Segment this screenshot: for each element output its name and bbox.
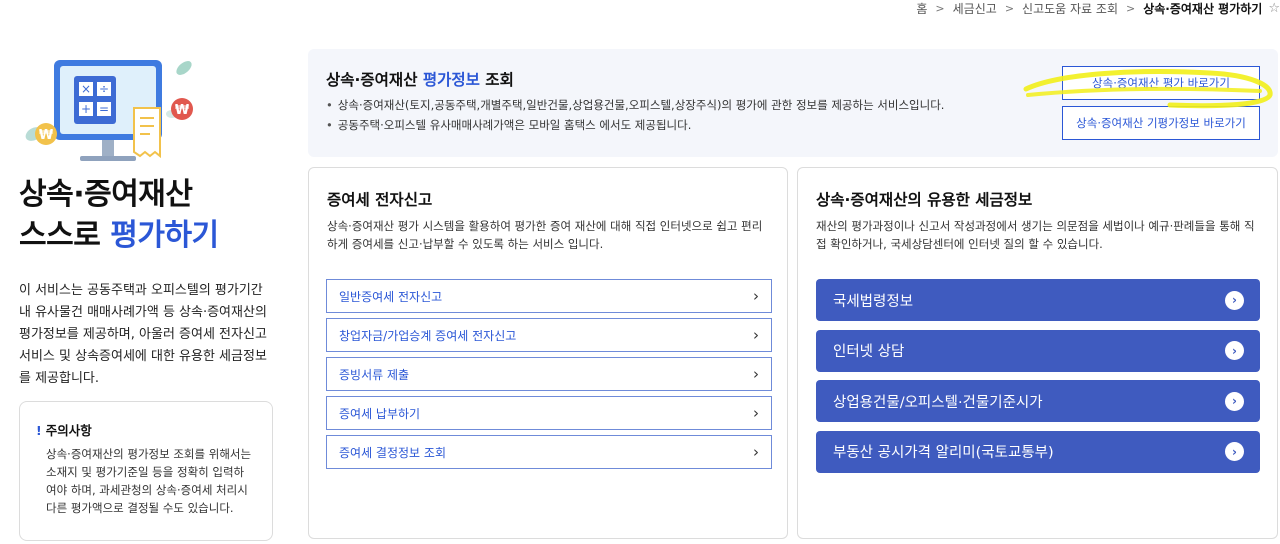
menu-label: 국세법령정보 — [833, 293, 914, 310]
title-line2-accent: 평가하기 — [110, 218, 219, 253]
taxinfo-menu: 국세법령정보 › 인터넷 상담 › 상업용건물/오피스텔·건물기준시가 › 부동… — [816, 279, 1260, 481]
chevron-right-icon: › — [753, 365, 759, 383]
chevron-right-icon: > — [1004, 1, 1015, 15]
info-title: 상속·증여재산 평가정보 조회 — [326, 68, 514, 90]
notice-text: 상속·증여재산의 평가정보 조회를 위해서는 소재지 및 평가기준일 등을 정확… — [46, 447, 252, 515]
efiling-menu: 일반증여세 전자신고 › 창업자금/가업승계 증여세 전자신고 › 증빙서류 제… — [326, 279, 772, 474]
svg-text:+: + — [81, 102, 91, 116]
chevron-right-icon: › — [753, 326, 759, 344]
chevron-right-icon: › — [753, 287, 759, 305]
evaluation-info-box: 상속·증여재산 평가정보 조회 상속·증여재산(토지,공동주택,개별주택,일반건… — [308, 49, 1278, 157]
breadcrumb-home[interactable]: 홈 — [916, 0, 927, 17]
useful-tax-info-card: 상속·증여재산의 유용한 세금정보 재산의 평가과정이나 신고서 작성과정에서 … — [797, 167, 1278, 539]
taxinfo-title: 상속·증여재산의 유용한 세금정보 — [816, 191, 1033, 209]
title-line1: 상속·증여재산 — [19, 177, 193, 212]
breadcrumb-tax-filing[interactable]: 세금신고 — [953, 0, 997, 17]
info-bullet: 상속·증여재산(토지,공동주택,개별주택,일반건물,상업용건물,오피스텔,상장주… — [326, 95, 945, 115]
info-bullet: 공동주택·오피스텔 유사매매사례가액은 모바일 홈택스 에서도 제공됩니다. — [326, 115, 944, 135]
submit-documents-button[interactable]: 증빙서류 제출 › — [326, 357, 772, 391]
menu-label: 증빙서류 제출 — [339, 367, 410, 382]
menu-label: 부동산 공시가격 알리미(국토교통부) — [833, 445, 1054, 461]
internet-consultation-button[interactable]: 인터넷 상담 › — [816, 329, 1260, 372]
gift-tax-efiling-card: 증여세 전자신고 상속·증여재산 평가 시스템을 활용하여 평가한 증여 재산에… — [308, 167, 788, 539]
tax-law-info-button[interactable]: 국세법령정보 › — [816, 279, 1260, 321]
menu-label: 인터넷 상담 — [833, 344, 905, 360]
info-title-accent: 평가정보 — [422, 71, 480, 89]
svg-text:₩: ₩ — [39, 128, 54, 143]
circle-arrow-icon: › — [1225, 290, 1244, 310]
previous-evaluation-shortcut-button[interactable]: 상속·증여재산 기평가정보 바로가기 — [1062, 106, 1260, 140]
taxinfo-description: 재산의 평가과정이나 신고서 작성과정에서 생기는 의문점을 세법이나 예규·판… — [816, 219, 1255, 251]
circle-arrow-icon: › — [1225, 391, 1244, 411]
star-icon[interactable]: ☆ — [1268, 1, 1280, 16]
evaluation-shortcut-button[interactable]: 상속·증여재산 평가 바로가기 — [1062, 66, 1260, 100]
efiling-title: 증여세 전자신고 — [327, 191, 433, 209]
breadcrumb-current: 상속·증여재산 평가하기 — [1143, 1, 1263, 16]
general-gift-tax-efiling-button[interactable]: 일반증여세 전자신고 › — [326, 279, 772, 313]
chevron-right-icon: > — [935, 1, 945, 15]
svg-text:×: × — [81, 82, 91, 96]
menu-label: 일반증여세 전자신고 — [339, 289, 443, 304]
chevron-right-icon: › — [753, 443, 759, 461]
info-title-suffix: 조회 — [479, 71, 514, 89]
breadcrumb: 홈 > 세금신고 > 신고도움 자료 조회 > 상속·증여재산 평가하기 ☆ — [916, 0, 1280, 16]
svg-text:=: = — [99, 102, 109, 116]
efiling-description: 상속·증여재산 평가 시스템을 활용하여 평가한 증여 재산에 대해 직접 인터… — [327, 219, 763, 251]
notice-box: ! 주의사항 상속·증여재산의 평가정보 조회를 위해서는 소재지 및 평가기준일… — [19, 401, 273, 541]
circle-arrow-icon: › — [1225, 341, 1244, 360]
menu-label: 증여세 납부하기 — [339, 406, 421, 421]
gift-tax-decision-lookup-button[interactable]: 증여세 결정정보 조회 › — [326, 435, 772, 469]
svg-text:÷: ÷ — [99, 82, 109, 96]
real-estate-price-alert-button[interactable]: 부동산 공시가격 알리미(국토교통부) › — [816, 430, 1260, 473]
notice-title-text: 주의사항 — [45, 423, 92, 438]
title-line2-prefix: 스스로 — [19, 218, 111, 253]
startup-succession-efiling-button[interactable]: 창업자금/가업승계 증여세 전자신고 › — [326, 318, 772, 352]
menu-label: 상업용건물/오피스텔·건물기준시가 — [833, 394, 1043, 411]
chevron-right-icon: > — [1125, 1, 1136, 15]
notice-title: ! 주의사항 — [36, 420, 254, 439]
menu-label: 창업자금/가업승계 증여세 전자신고 — [339, 328, 517, 343]
page-title: 상속·증여재산 스스로 평가하기 — [19, 174, 219, 256]
info-bullets: 상속·증여재산(토지,공동주택,개별주택,일반건물,상업용건물,오피스텔,상장주… — [326, 95, 945, 135]
menu-label: 증여세 결정정보 조회 — [339, 445, 446, 460]
chevron-right-icon: › — [753, 404, 759, 422]
exclamation-icon: ! — [36, 423, 42, 438]
calculator-monitor-illustration: × ÷ + = ₩ ₩ — [25, 60, 193, 161]
pay-gift-tax-button[interactable]: 증여세 납부하기 › — [326, 396, 772, 430]
breadcrumb-filing-help[interactable]: 신고도움 자료 조회 — [1022, 0, 1118, 17]
info-title-prefix: 상속·증여재산 — [326, 71, 423, 89]
svg-text:₩: ₩ — [175, 103, 190, 118]
circle-arrow-icon: › — [1225, 442, 1244, 461]
service-intro: 이 서비스는 공동주택과 오피스텔의 평가기간 내 유사물건 매매사례가액 등 … — [19, 283, 267, 386]
commercial-building-standard-price-button[interactable]: 상업용건물/오피스텔·건물기준시가 › — [816, 380, 1260, 422]
